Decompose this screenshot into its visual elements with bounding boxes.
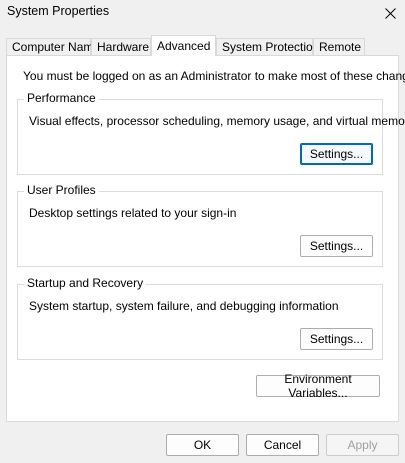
tab-system-protection[interactable]: System Protection <box>216 38 319 55</box>
advanced-tab-panel: You must be logged on as an Administrato… <box>6 55 405 422</box>
tab-advanced[interactable]: Advanced <box>151 35 216 56</box>
cancel-button[interactable]: Cancel <box>246 434 319 456</box>
dialog-button-bar: OK Cancel Apply <box>0 422 405 463</box>
apply-button[interactable]: Apply <box>326 434 399 456</box>
close-button[interactable] <box>375 0 405 26</box>
startup-recovery-group-title: Startup and Recovery <box>24 276 147 290</box>
ok-button[interactable]: OK <box>166 434 239 456</box>
performance-group-title: Performance <box>24 91 99 105</box>
user-profiles-description: Desktop settings related to your sign-in <box>29 206 237 220</box>
tab-strip: Computer Name Hardware Advanced System P… <box>6 35 399 56</box>
user-profiles-settings-button[interactable]: Settings... <box>300 235 373 257</box>
close-icon <box>384 7 396 19</box>
performance-description: Visual effects, processor scheduling, me… <box>29 114 405 128</box>
user-profiles-group-title: User Profiles <box>24 183 99 197</box>
system-properties-window: System Properties Computer Name Hardware… <box>0 0 405 463</box>
startup-recovery-settings-button[interactable]: Settings... <box>300 328 373 350</box>
tab-hardware[interactable]: Hardware <box>91 38 151 55</box>
startup-recovery-group: Startup and Recovery System startup, sys… <box>17 276 383 360</box>
window-title: System Properties <box>7 4 110 18</box>
startup-recovery-description: System startup, system failure, and debu… <box>29 299 339 313</box>
tab-remote[interactable]: Remote <box>313 38 365 55</box>
tab-computer-name[interactable]: Computer Name <box>6 38 100 55</box>
environment-variables-button[interactable]: Environment Variables... <box>256 372 380 400</box>
user-profiles-group: User Profiles Desktop settings related t… <box>17 183 383 267</box>
title-bar: System Properties <box>0 0 405 28</box>
performance-group: Performance Visual effects, processor sc… <box>17 91 405 175</box>
performance-settings-button[interactable]: Settings... <box>300 143 373 165</box>
admin-note: You must be logged on as an Administrato… <box>23 69 405 83</box>
